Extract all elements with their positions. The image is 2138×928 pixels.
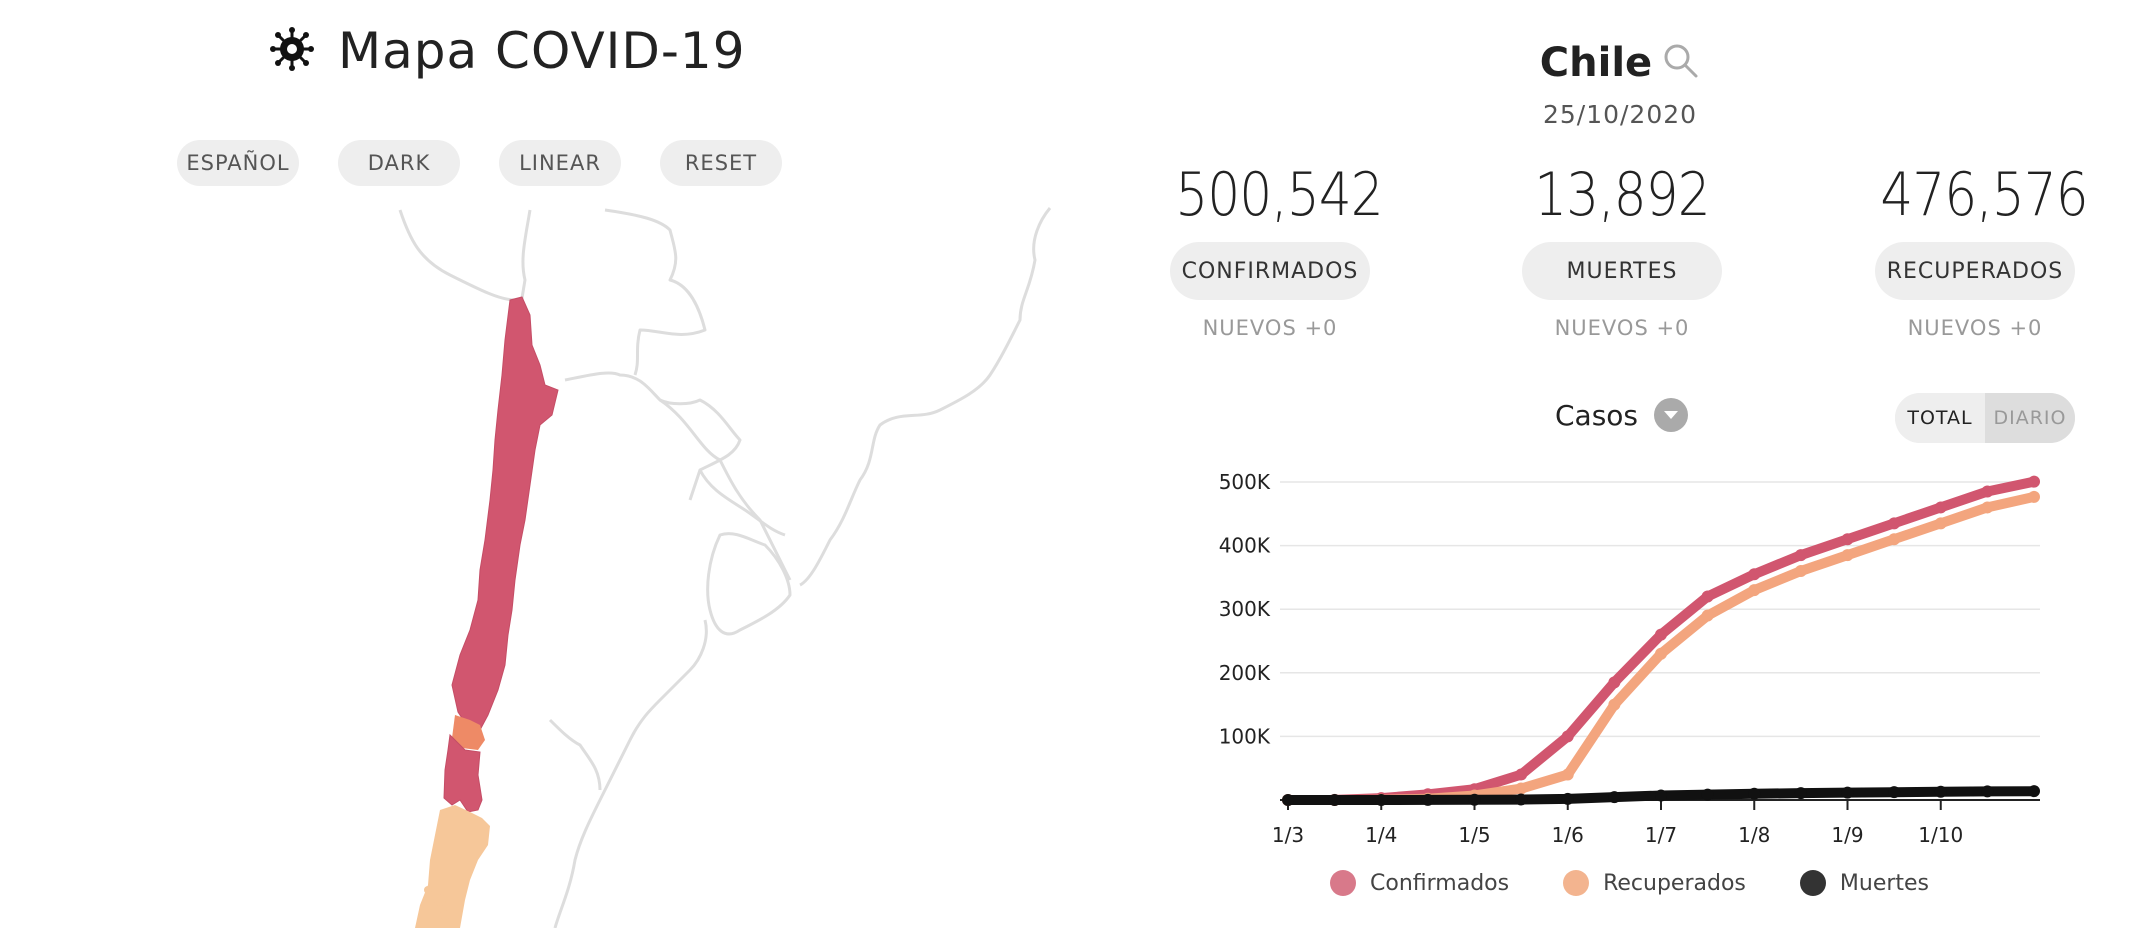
- legend-recovered[interactable]: Recuperados: [1563, 870, 1746, 896]
- data-point-confirmados: [1561, 730, 1574, 743]
- data-point-muertes: [1655, 789, 1667, 802]
- data-point-muertes: [1468, 793, 1481, 806]
- data-point-muertes: [1282, 794, 1294, 806]
- metric-label: Casos: [1555, 398, 1639, 432]
- data-point-muertes: [1934, 785, 1947, 798]
- confirmed-value: 500,542: [1175, 160, 1383, 230]
- data-point-recuperados: [1655, 647, 1667, 660]
- chart-series: [1282, 475, 2040, 806]
- legend-dot-deaths: [1799, 870, 1826, 896]
- data-point-recuperados: [1561, 768, 1574, 781]
- data-point-muertes: [1561, 792, 1574, 805]
- total-toggle[interactable]: TOTAL: [1895, 393, 1985, 443]
- data-point-recuperados: [2028, 490, 2040, 503]
- y-tick-label: 500K: [1219, 470, 1271, 494]
- region-name: Chile: [1539, 40, 1653, 86]
- virus-icon: [270, 27, 314, 75]
- report-date: 25/10/2020: [1542, 100, 1698, 129]
- y-tick-label: 100K: [1219, 724, 1271, 748]
- confirmed-new: NUEVOS +0: [1202, 316, 1338, 340]
- data-point-confirmados: [1841, 533, 1854, 546]
- data-point-confirmados: [1934, 501, 1947, 514]
- confirmed-stat: 500,542 CONFIRMADOS NUEVOS +0: [1160, 160, 1384, 340]
- app-title: Mapa COVID-19: [270, 22, 746, 80]
- data-point-muertes: [1328, 794, 1341, 806]
- data-point-confirmados: [1515, 768, 1528, 781]
- legend-confirmed[interactable]: Confirmados: [1330, 870, 1509, 896]
- y-tick-label: 300K: [1219, 597, 1271, 621]
- data-point-recuperados: [1608, 698, 1621, 711]
- confirmed-button[interactable]: CONFIRMADOS: [1170, 242, 1370, 300]
- deaths-new: NUEVOS +0: [1554, 316, 1690, 340]
- data-point-confirmados: [1701, 590, 1714, 603]
- scale-button[interactable]: LINEAR: [499, 140, 621, 186]
- data-point-muertes: [1515, 793, 1528, 806]
- data-point-confirmados: [2028, 475, 2040, 488]
- deaths-value: 13,892: [1534, 160, 1710, 230]
- recovered-value: 476,576: [1880, 160, 2088, 230]
- legend-dot-confirmed: [1330, 870, 1356, 896]
- data-point-confirmados: [1608, 676, 1621, 689]
- x-tick-label: 1/10: [1918, 823, 1963, 847]
- x-tick-label: 1/9: [1831, 823, 1863, 847]
- x-tick-label: 1/8: [1738, 823, 1770, 847]
- legend-label-deaths: Muertes: [1839, 870, 1930, 896]
- chevron-down-icon[interactable]: [1654, 398, 1689, 432]
- language-button[interactable]: ESPAÑOL: [177, 140, 299, 186]
- legend-deaths[interactable]: Muertes: [1799, 870, 1930, 896]
- daily-toggle[interactable]: DIARIO: [1985, 393, 2075, 443]
- region-header: Chile: [1500, 40, 1740, 86]
- legend-label-recovered: Recuperados: [1603, 870, 1746, 896]
- theme-button[interactable]: DARK: [338, 140, 460, 186]
- metric-selector[interactable]: Casos: [1555, 398, 1689, 432]
- data-point-confirmados: [1794, 549, 1807, 562]
- data-point-recuperados: [1888, 533, 1901, 546]
- deaths-stat: 13,892 MUERTES NUEVOS +0: [1512, 160, 1732, 340]
- data-point-recuperados: [1934, 517, 1947, 530]
- data-point-muertes: [1421, 793, 1434, 806]
- data-point-muertes: [1701, 788, 1714, 801]
- chile-regions[interactable]: [415, 296, 559, 928]
- data-point-confirmados: [1888, 517, 1901, 530]
- recovered-button[interactable]: RECUPERADOS: [1875, 242, 2075, 300]
- x-tick-label: 1/6: [1552, 823, 1584, 847]
- reset-button[interactable]: RESET: [660, 140, 782, 186]
- x-tick-label: 1/3: [1272, 823, 1304, 847]
- data-point-recuperados: [1748, 584, 1761, 597]
- y-tick-label: 400K: [1219, 534, 1271, 558]
- search-icon[interactable]: [1662, 42, 1700, 84]
- x-tick-label: 1/7: [1645, 823, 1677, 847]
- y-axis: 100K 200K 300K 400K 500K: [1219, 470, 1271, 748]
- deaths-button[interactable]: MUERTES: [1522, 242, 1722, 300]
- chart-legend: Confirmados Recuperados Muertes: [1330, 870, 1929, 896]
- legend-dot-recovered: [1563, 870, 1590, 896]
- cases-chart: 100K200K300K400K500K 1/3 1/4 1/5 1/6 1/7 1/8 1…: [1219, 470, 2040, 847]
- data-point-recuperados: [1701, 609, 1714, 622]
- x-axis: 1/3 1/4 1/5 1/6 1/7 1/8 1/9 1/10: [1272, 800, 1963, 847]
- data-point-recuperados: [1981, 501, 1994, 514]
- x-tick-label: 1/5: [1458, 823, 1490, 847]
- data-point-confirmados: [1655, 628, 1667, 641]
- x-tick-label: 1/4: [1365, 823, 1397, 847]
- map-canvas[interactable]: [0, 200, 1100, 928]
- y-tick-label: 200K: [1219, 661, 1271, 685]
- data-point-muertes: [1608, 791, 1621, 804]
- data-point-muertes: [1841, 786, 1854, 799]
- recovered-stat: 476,576 RECUPERADOS NUEVOS +0: [1865, 160, 2089, 340]
- data-point-muertes: [1888, 786, 1901, 799]
- legend-label-confirmed: Confirmados: [1370, 870, 1510, 896]
- recovered-new: NUEVOS +0: [1907, 316, 2043, 340]
- data-point-muertes: [2028, 785, 2040, 798]
- data-point-recuperados: [1794, 565, 1807, 578]
- data-point-muertes: [1375, 793, 1388, 806]
- mode-toggle[interactable]: TOTAL DIARIO: [1895, 393, 2075, 443]
- data-point-recuperados: [1515, 782, 1528, 795]
- data-point-muertes: [1981, 785, 1994, 798]
- data-point-muertes: [1748, 787, 1761, 800]
- data-point-confirmados: [1981, 485, 1994, 498]
- data-point-muertes: [1794, 787, 1807, 800]
- data-point-recuperados: [1841, 549, 1854, 562]
- data-point-confirmados: [1748, 568, 1761, 581]
- page-title: Mapa COVID-19: [338, 22, 746, 80]
